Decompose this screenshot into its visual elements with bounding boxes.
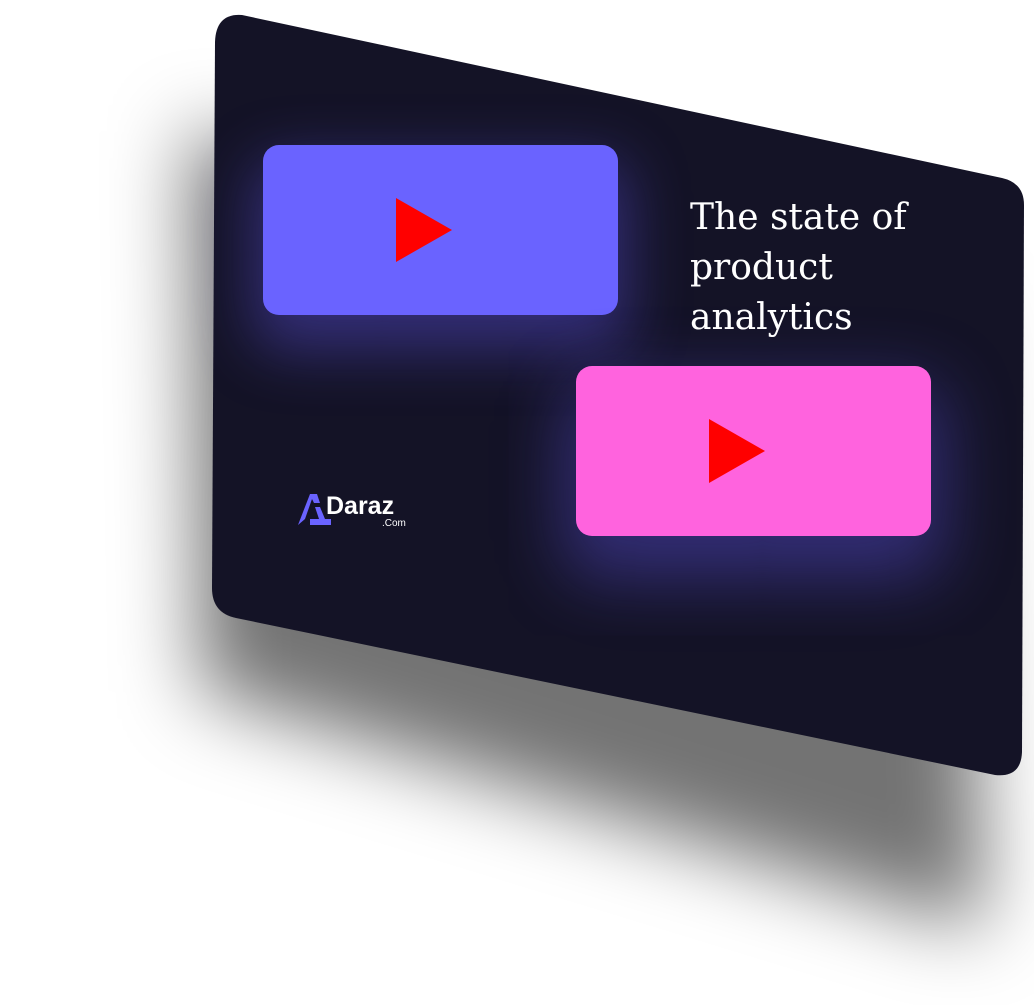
headline-line-2: product bbox=[690, 247, 833, 288]
video-thumbnail-purple[interactable] bbox=[263, 145, 618, 315]
logo-suffix: .Com bbox=[382, 518, 406, 529]
headline-line-3: analytics bbox=[690, 297, 853, 338]
brand-logo[interactable]: Daraz .Com bbox=[296, 491, 416, 531]
headline: The state of product analytics bbox=[690, 193, 950, 343]
headline-line-1: The state of bbox=[690, 197, 907, 238]
logo-wordmark: Daraz bbox=[326, 492, 395, 520]
play-icon[interactable] bbox=[396, 198, 452, 262]
stage: The state of product analytics Daraz .Co… bbox=[0, 0, 1034, 1005]
video-thumbnail-pink[interactable] bbox=[576, 366, 931, 536]
play-icon[interactable] bbox=[709, 419, 765, 483]
